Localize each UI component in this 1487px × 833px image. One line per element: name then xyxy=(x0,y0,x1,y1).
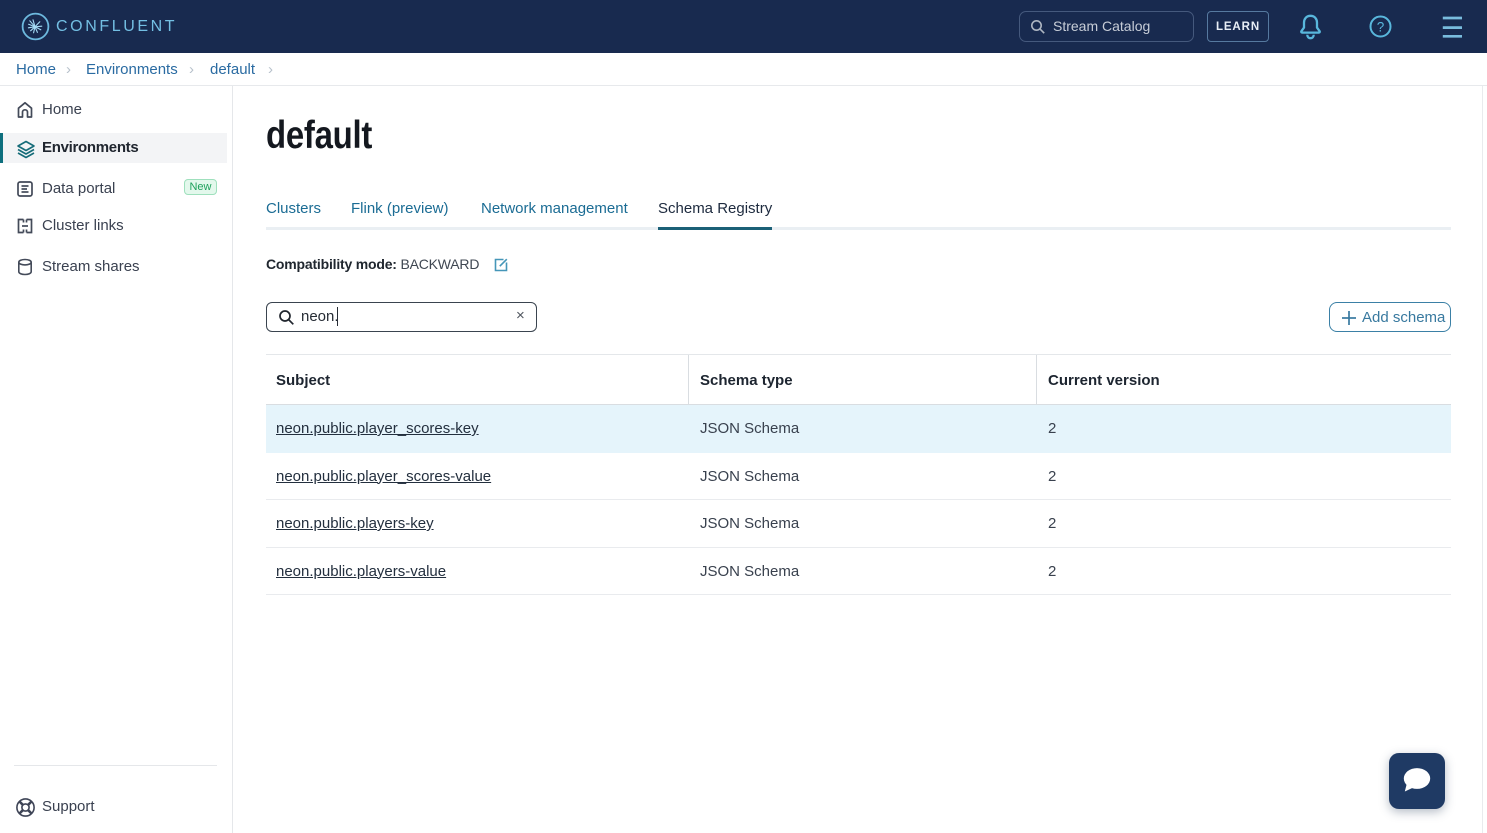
svg-text:?: ? xyxy=(1377,19,1385,34)
